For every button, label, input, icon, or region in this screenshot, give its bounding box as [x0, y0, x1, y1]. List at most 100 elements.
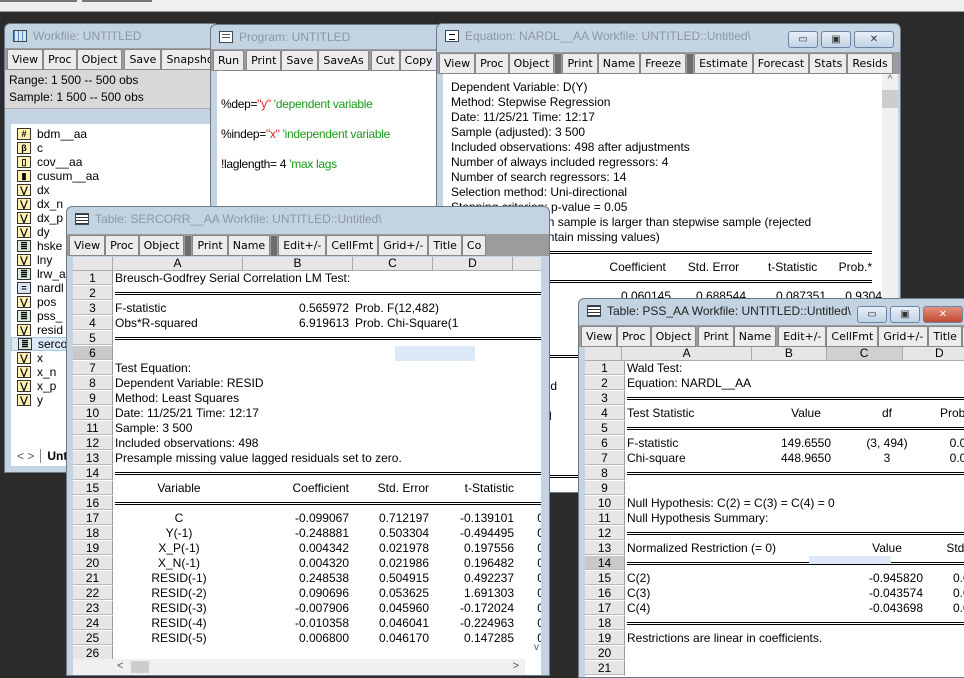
cell-a[interactable]: Presample missing value lagged residuals… [113, 451, 402, 466]
cell-value[interactable]: RESID(-1) [113, 571, 243, 586]
cell-b[interactable]: 0.565972 [243, 301, 353, 316]
row-number[interactable]: 21 [585, 661, 625, 676]
sercorr-cellfmt-button[interactable]: CellFmt [326, 235, 379, 256]
equation-object-button[interactable]: Object [508, 53, 555, 74]
cell-value[interactable] [765, 601, 845, 616]
cell-a[interactable]: F-statistic [113, 301, 243, 316]
workfile-view-button[interactable]: View [7, 49, 44, 70]
scroll-thumb[interactable] [882, 90, 898, 108]
scroll-up-icon[interactable]: ^ [882, 74, 898, 88]
cell-value[interactable]: RESID(-4) [113, 616, 243, 631]
row-number[interactable]: 24 [73, 616, 113, 631]
row-number[interactable]: 21 [73, 571, 113, 586]
cell-value[interactable]: Probability [927, 406, 964, 421]
row-number[interactable]: 13 [73, 451, 113, 466]
cell-value[interactable]: Chi-square [625, 451, 765, 466]
row-number[interactable]: 12 [585, 526, 625, 541]
sercorr-print-button[interactable]: Print [192, 235, 228, 256]
equation-resids-button[interactable]: Resids [847, 53, 893, 74]
pss-object-button[interactable]: Object [650, 326, 697, 347]
program-copy-button[interactable]: Copy [399, 50, 438, 71]
cell-value[interactable]: 0.8221 [518, 616, 541, 631]
sercorr-name-button[interactable]: Name [227, 235, 271, 256]
sercorr-titlebar[interactable]: Table: SERCORR__AA Workfile: UNTITLED::U… [67, 207, 549, 231]
maximize-button[interactable]: ▣ [821, 31, 851, 48]
row-number[interactable]: 5 [585, 421, 625, 436]
row-number[interactable]: 6 [585, 436, 625, 451]
row-number[interactable]: 22 [73, 586, 113, 601]
row-number[interactable]: 3 [73, 301, 113, 316]
sercorr-co-button[interactable]: Co [461, 235, 487, 256]
cell-value[interactable] [765, 541, 845, 556]
pss-name-button[interactable]: Name [733, 326, 777, 347]
cell-a[interactable]: Wald Test: [625, 361, 765, 376]
column-header-d[interactable]: D [903, 347, 964, 360]
column-header-d[interactable]: D [433, 257, 513, 270]
column-header-c[interactable]: C [353, 257, 433, 270]
program-titlebar[interactable]: Program: UNTITLED [211, 25, 449, 49]
cell-value[interactable]: 0.053625 [353, 586, 433, 601]
row-number[interactable]: 20 [585, 646, 625, 661]
cell-value[interactable]: 0.0000 [927, 451, 964, 466]
row-number[interactable]: 17 [585, 601, 625, 616]
cell-value[interactable]: df [845, 406, 927, 421]
cell-value[interactable]: 0.503304 [353, 526, 433, 541]
equation-freeze-button[interactable]: Freeze [640, 53, 687, 74]
equation-proc-button[interactable]: Proc [475, 53, 509, 74]
cell-value[interactable]: 0.044812 [927, 571, 964, 586]
cell-a[interactable]: Restrictions are linear in coefficients. [625, 631, 822, 646]
cell-value[interactable]: 0.046041 [353, 616, 433, 631]
cell-value[interactable]: -0.043574 [845, 586, 927, 601]
workfile-object-button[interactable]: Object [76, 49, 123, 70]
cell-value[interactable]: 0.006800 [243, 631, 353, 646]
equation-estimate-button[interactable]: Estimate [694, 53, 753, 74]
cell-a[interactable]: Equation: NARDL__AA [625, 376, 765, 391]
row-number[interactable]: 20 [73, 556, 113, 571]
row-number[interactable]: 17 [73, 511, 113, 526]
cell-value[interactable]: 0.045960 [353, 601, 433, 616]
row-number[interactable]: 7 [585, 451, 625, 466]
cell-value[interactable]: 0.196482 [433, 556, 518, 571]
cell-value[interactable]: Test Statistic [625, 406, 765, 421]
row-number[interactable]: 2 [585, 376, 625, 391]
cell-value[interactable]: C(3) [625, 586, 765, 601]
cell-value[interactable]: X_N(-1) [113, 556, 243, 571]
cell-value[interactable]: C(4) [625, 601, 765, 616]
workfile-object-item[interactable]: ▯ cov__aa [11, 155, 219, 169]
close-button[interactable]: ✕ [923, 306, 963, 323]
cell-value[interactable]: 0.8894 [518, 511, 541, 526]
sercorr-title-button[interactable]: Title [428, 235, 462, 256]
row-number[interactable]: 23 [73, 601, 113, 616]
cell-value[interactable]: -0.494495 [433, 526, 518, 541]
tab-untitled[interactable]: Unt [40, 449, 67, 463]
row-number[interactable]: 3 [585, 391, 625, 406]
row-number[interactable]: 18 [585, 616, 625, 631]
cell-value[interactable]: 0.8435 [518, 541, 541, 556]
cell-value[interactable]: Value [845, 541, 927, 556]
row-number[interactable]: 4 [73, 316, 113, 331]
cell-a[interactable]: Date: 11/25/21 Time: 12:17 [113, 406, 259, 421]
cell-value[interactable]: 0.504915 [353, 571, 433, 586]
program-cut-button[interactable]: Cut [370, 50, 400, 71]
pss-edit-button[interactable]: Edit+/- [778, 326, 827, 347]
cell-value[interactable]: 0.8443 [518, 556, 541, 571]
cell-value[interactable]: C [113, 511, 243, 526]
cell-value[interactable]: -0.248881 [243, 526, 353, 541]
cell-a[interactable]: Null Hypothesis Summary: [625, 511, 768, 526]
close-button[interactable]: ✕ [854, 31, 894, 48]
cell-value[interactable]: -0.139101 [433, 511, 518, 526]
equation-view-button[interactable]: View [439, 53, 476, 74]
workfile-object-item[interactable]: βc [11, 141, 219, 155]
cell-a[interactable]: Null Hypothesis: C(2) = C(3) = C(4) = 0 [625, 496, 835, 511]
cell-value[interactable]: 3 [845, 451, 927, 466]
cell-value[interactable]: 0.090696 [243, 586, 353, 601]
cell-value[interactable]: 0.712197 [353, 511, 433, 526]
cell-value[interactable]: 0.021436 [927, 586, 964, 601]
row-number[interactable]: 15 [73, 481, 113, 496]
cell-value[interactable]: 0.046170 [353, 631, 433, 646]
row-number[interactable]: 7 [73, 361, 113, 376]
column-header-c[interactable]: C [826, 347, 903, 360]
scroll-left-icon[interactable]: < [117, 660, 123, 672]
row-number[interactable]: 16 [73, 496, 113, 511]
row-number[interactable]: 11 [585, 511, 625, 526]
